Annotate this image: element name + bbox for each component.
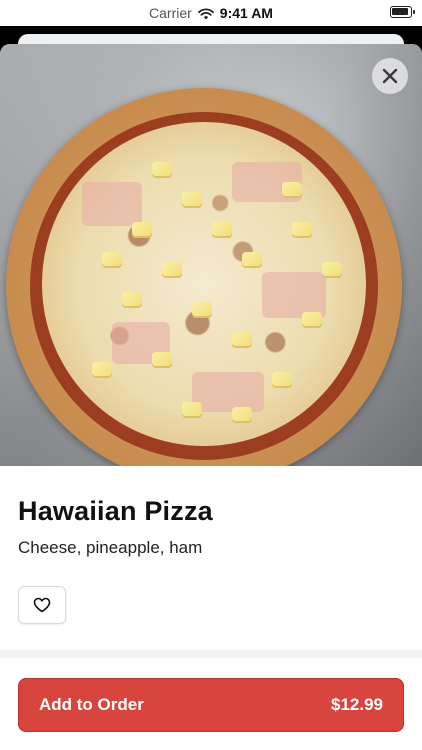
close-button[interactable]: [372, 58, 408, 94]
product-detail-sheet: Hawaiian Pizza Cheese, pineapple, ham Ad…: [0, 44, 422, 750]
add-to-order-button[interactable]: Add to Order $12.99: [18, 678, 404, 732]
pineapple-piece: [152, 352, 172, 368]
status-bar: Carrier 9:41 AM: [0, 0, 422, 26]
ham-slice: [192, 372, 264, 412]
pineapple-piece: [272, 372, 292, 388]
ham-slice: [82, 182, 142, 226]
pineapple-piece: [242, 252, 262, 268]
status-center: Carrier 9:41 AM: [149, 5, 273, 21]
product-details: Hawaiian Pizza Cheese, pineapple, ham: [0, 466, 422, 650]
pineapple-piece: [302, 312, 322, 328]
pineapple-piece: [182, 192, 202, 208]
pineapple-piece: [232, 332, 252, 348]
battery-tip: [413, 10, 415, 14]
battery-icon: [390, 6, 415, 18]
order-bar: Add to Order $12.99: [0, 650, 422, 750]
pineapple-piece: [322, 262, 342, 278]
pineapple-piece: [212, 222, 232, 238]
carrier-label: Carrier: [149, 5, 192, 21]
add-to-order-label: Add to Order: [39, 695, 144, 714]
battery-fill: [392, 8, 408, 15]
heart-icon: [33, 597, 51, 613]
cheese-layer: [42, 122, 366, 446]
pineapple-piece: [152, 162, 172, 178]
pineapple-piece: [182, 402, 202, 418]
pineapple-piece: [132, 222, 152, 238]
product-description: Cheese, pineapple, ham: [18, 538, 203, 557]
status-time: 9:41 AM: [219, 5, 273, 21]
pineapple-piece: [92, 362, 112, 378]
pizza-illustration: [6, 88, 402, 484]
product-image: [0, 44, 422, 484]
favorite-button[interactable]: [18, 586, 66, 624]
pineapple-piece: [162, 262, 182, 278]
product-title: Hawaiian Pizza: [18, 496, 213, 526]
wifi-icon: [197, 7, 214, 20]
pineapple-piece: [122, 292, 142, 308]
price-label: $12.99: [331, 695, 383, 714]
pineapple-piece: [102, 252, 122, 268]
pineapple-piece: [192, 302, 212, 318]
pineapple-piece: [232, 407, 252, 423]
close-icon: [382, 68, 398, 84]
pineapple-piece: [282, 182, 302, 198]
pineapple-piece: [292, 222, 312, 238]
